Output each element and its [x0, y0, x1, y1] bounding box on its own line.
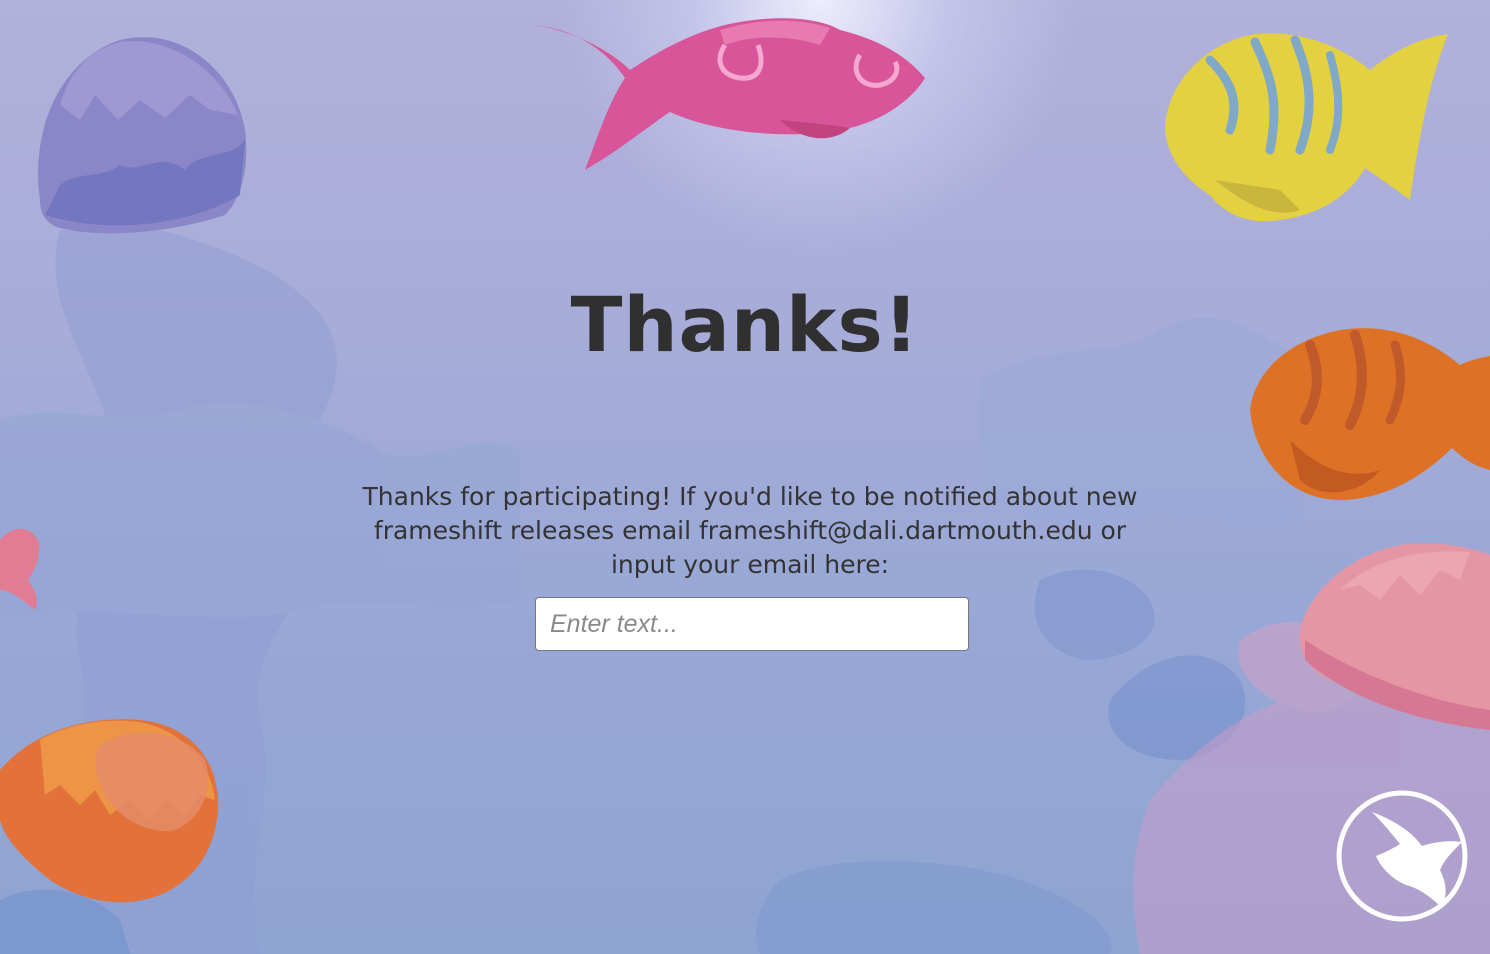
- fish-arrow-icon: [1336, 790, 1468, 922]
- pink-fish: [535, 18, 925, 170]
- purple-jellyfish: [38, 37, 247, 234]
- email-input[interactable]: [535, 597, 969, 651]
- underwater-background: Thanks! Thanks for participating! If you…: [0, 0, 1490, 954]
- orange-jellyfish: [0, 719, 219, 903]
- yellow-fish: [1165, 33, 1448, 222]
- background-decorations: [0, 18, 1490, 954]
- page-title: Thanks!: [570, 280, 920, 369]
- next-button[interactable]: [1334, 790, 1470, 922]
- thanks-message: Thanks for participating! If you'd like …: [362, 482, 1138, 579]
